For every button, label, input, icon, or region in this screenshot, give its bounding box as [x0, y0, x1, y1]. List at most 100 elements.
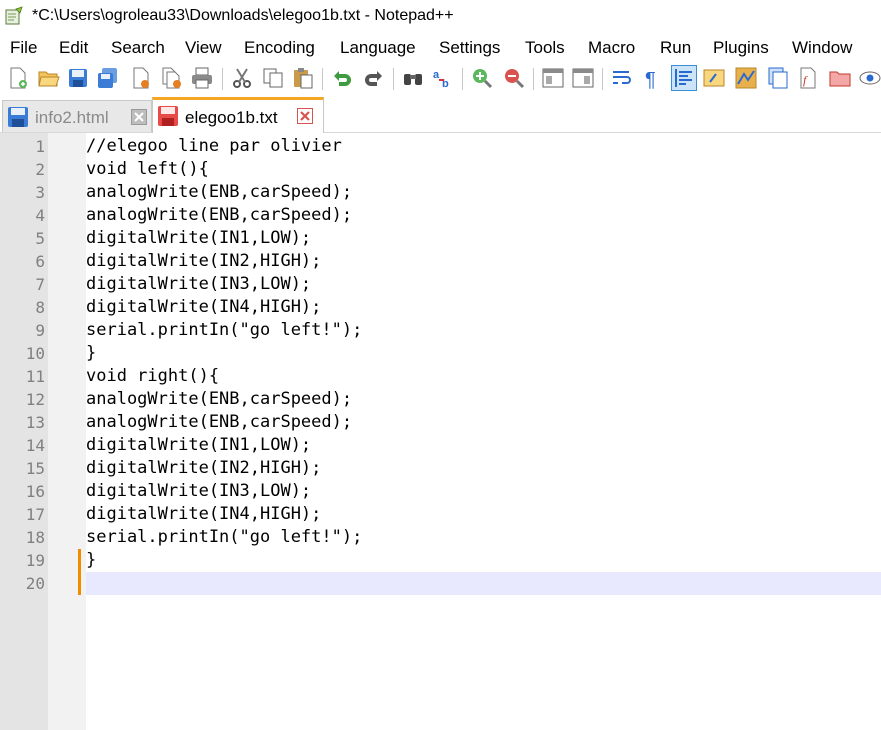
code-line[interactable]: digitalWrite(IN4,HIGH); [86, 503, 321, 526]
tab-close-icon[interactable] [131, 109, 147, 125]
menu-language[interactable]: Language [340, 38, 416, 58]
copy-icon[interactable] [261, 66, 285, 90]
code-line[interactable]: analogWrite(ENB,carSpeed); [86, 411, 352, 434]
folder-workspace-icon[interactable] [828, 66, 852, 90]
close-icon[interactable] [129, 66, 153, 90]
code-line[interactable]: digitalWrite(IN2,HIGH); [86, 457, 321, 480]
window-title: *C:\Users\ogroleau33\Downloads\elegoo1b.… [32, 7, 454, 24]
change-marker [78, 549, 81, 572]
code-line[interactable]: //elegoo line par olivier [86, 135, 342, 158]
toolbar: ab ¶ f [0, 62, 881, 96]
replace-icon[interactable]: ab [431, 66, 455, 90]
cut-icon[interactable] [230, 66, 254, 90]
zoom-out-icon[interactable] [502, 66, 526, 90]
paste-icon[interactable] [291, 66, 315, 90]
code-line[interactable]: } [86, 342, 96, 365]
svg-text:a: a [433, 69, 440, 81]
change-marker [78, 572, 81, 595]
sync-horizontal-icon[interactable] [571, 66, 595, 90]
line-number: 1 [35, 137, 45, 156]
sync-vertical-icon[interactable] [541, 66, 565, 90]
toolbar-separator [533, 68, 534, 90]
word-wrap-icon[interactable] [610, 66, 634, 90]
code-line[interactable]: analogWrite(ENB,carSpeed); [86, 388, 352, 411]
menu-tools[interactable]: Tools [525, 38, 565, 58]
menu-plugins[interactable]: Plugins [713, 38, 769, 58]
toolbar-separator [393, 68, 394, 90]
current-line-highlight [86, 572, 881, 595]
doc-list-icon[interactable] [766, 66, 790, 90]
new-file-icon[interactable] [6, 66, 30, 90]
line-number: 6 [35, 252, 45, 271]
toolbar-separator [602, 68, 603, 90]
line-number: 17 [25, 505, 45, 524]
toolbar-separator [222, 68, 223, 90]
close-all-icon[interactable] [160, 66, 184, 90]
print-icon[interactable] [190, 66, 214, 90]
tab-label: info2.html [35, 108, 109, 127]
code-line[interactable]: serial.printIn("go left!"); [86, 526, 362, 549]
menu-macro[interactable]: Macro [588, 38, 635, 58]
function-list-icon[interactable]: f [796, 66, 820, 90]
line-number: 10 [25, 344, 45, 363]
tab-bar: info2.html elegoo1b.txt [0, 96, 881, 134]
line-number: 20 [25, 574, 45, 593]
menu-search[interactable]: Search [111, 38, 165, 58]
save-all-icon[interactable] [96, 66, 120, 90]
open-file-icon[interactable] [37, 66, 61, 90]
monitoring-icon[interactable] [858, 66, 881, 90]
code-line[interactable]: digitalWrite(IN1,LOW); [86, 227, 311, 250]
save-icon[interactable] [66, 66, 90, 90]
menu-settings[interactable]: Settings [439, 38, 500, 58]
code-line[interactable]: analogWrite(ENB,carSpeed); [86, 204, 352, 227]
menu-window[interactable]: Window [792, 38, 852, 58]
code-line[interactable]: digitalWrite(IN2,HIGH); [86, 250, 321, 273]
tab-close-icon[interactable] [297, 108, 313, 124]
menu-bar: File Edit Search View Encoding Language … [0, 36, 881, 62]
doc-map-icon[interactable] [734, 66, 758, 90]
menu-run[interactable]: Run [660, 38, 691, 58]
code-line[interactable]: digitalWrite(IN1,LOW); [86, 434, 311, 457]
notepadpp-logo-icon [5, 6, 23, 25]
code-line[interactable]: digitalWrite(IN4,HIGH); [86, 296, 321, 319]
undo-icon[interactable] [330, 66, 354, 90]
code-line[interactable]: analogWrite(ENB,carSpeed); [86, 181, 352, 204]
svg-text:¶: ¶ [645, 69, 656, 90]
show-all-chars-icon[interactable]: ¶ [640, 66, 664, 90]
menu-edit[interactable]: Edit [59, 38, 88, 58]
title-bar: *C:\Users\ogroleau33\Downloads\elegoo1b.… [0, 0, 881, 34]
toolbar-separator [322, 68, 323, 90]
line-number: 5 [35, 229, 45, 248]
editor[interactable]: //elegoo line par olivier void left(){ana… [0, 133, 881, 730]
line-number: 9 [35, 321, 45, 340]
line-number: 15 [25, 459, 45, 478]
line-number: 11 [25, 367, 45, 386]
code-line[interactable]: serial.printIn("go left!"); [86, 319, 362, 342]
zoom-in-icon[interactable] [470, 66, 494, 90]
user-language-icon[interactable] [702, 66, 726, 90]
line-number: 14 [25, 436, 45, 455]
fold-margin [48, 133, 86, 730]
line-number: 8 [35, 298, 45, 317]
redo-icon[interactable] [362, 66, 386, 90]
tab-elegoo1b-txt[interactable]: elegoo1b.txt [152, 97, 324, 134]
code-line[interactable]: } [86, 549, 96, 572]
menu-encoding[interactable]: Encoding [244, 38, 315, 58]
menu-file[interactable]: File [10, 38, 37, 58]
line-number: 12 [25, 390, 45, 409]
saved-file-icon [8, 107, 28, 127]
tab-info2-html[interactable]: info2.html [2, 100, 152, 132]
line-number: 2 [35, 160, 45, 179]
line-number: 18 [25, 528, 45, 547]
code-line[interactable]: digitalWrite(IN3,LOW); [86, 480, 311, 503]
indent-guide-icon[interactable] [671, 65, 697, 91]
code-line[interactable]: void left(){ [86, 158, 209, 181]
line-number: 7 [35, 275, 45, 294]
menu-view[interactable]: View [185, 38, 222, 58]
code-line[interactable]: void right(){ [86, 365, 219, 388]
unsaved-file-icon [158, 106, 178, 126]
code-line[interactable]: digitalWrite(IN3,LOW); [86, 273, 311, 296]
find-icon[interactable] [401, 66, 425, 90]
tab-label: elegoo1b.txt [185, 108, 278, 127]
line-number: 3 [35, 183, 45, 202]
